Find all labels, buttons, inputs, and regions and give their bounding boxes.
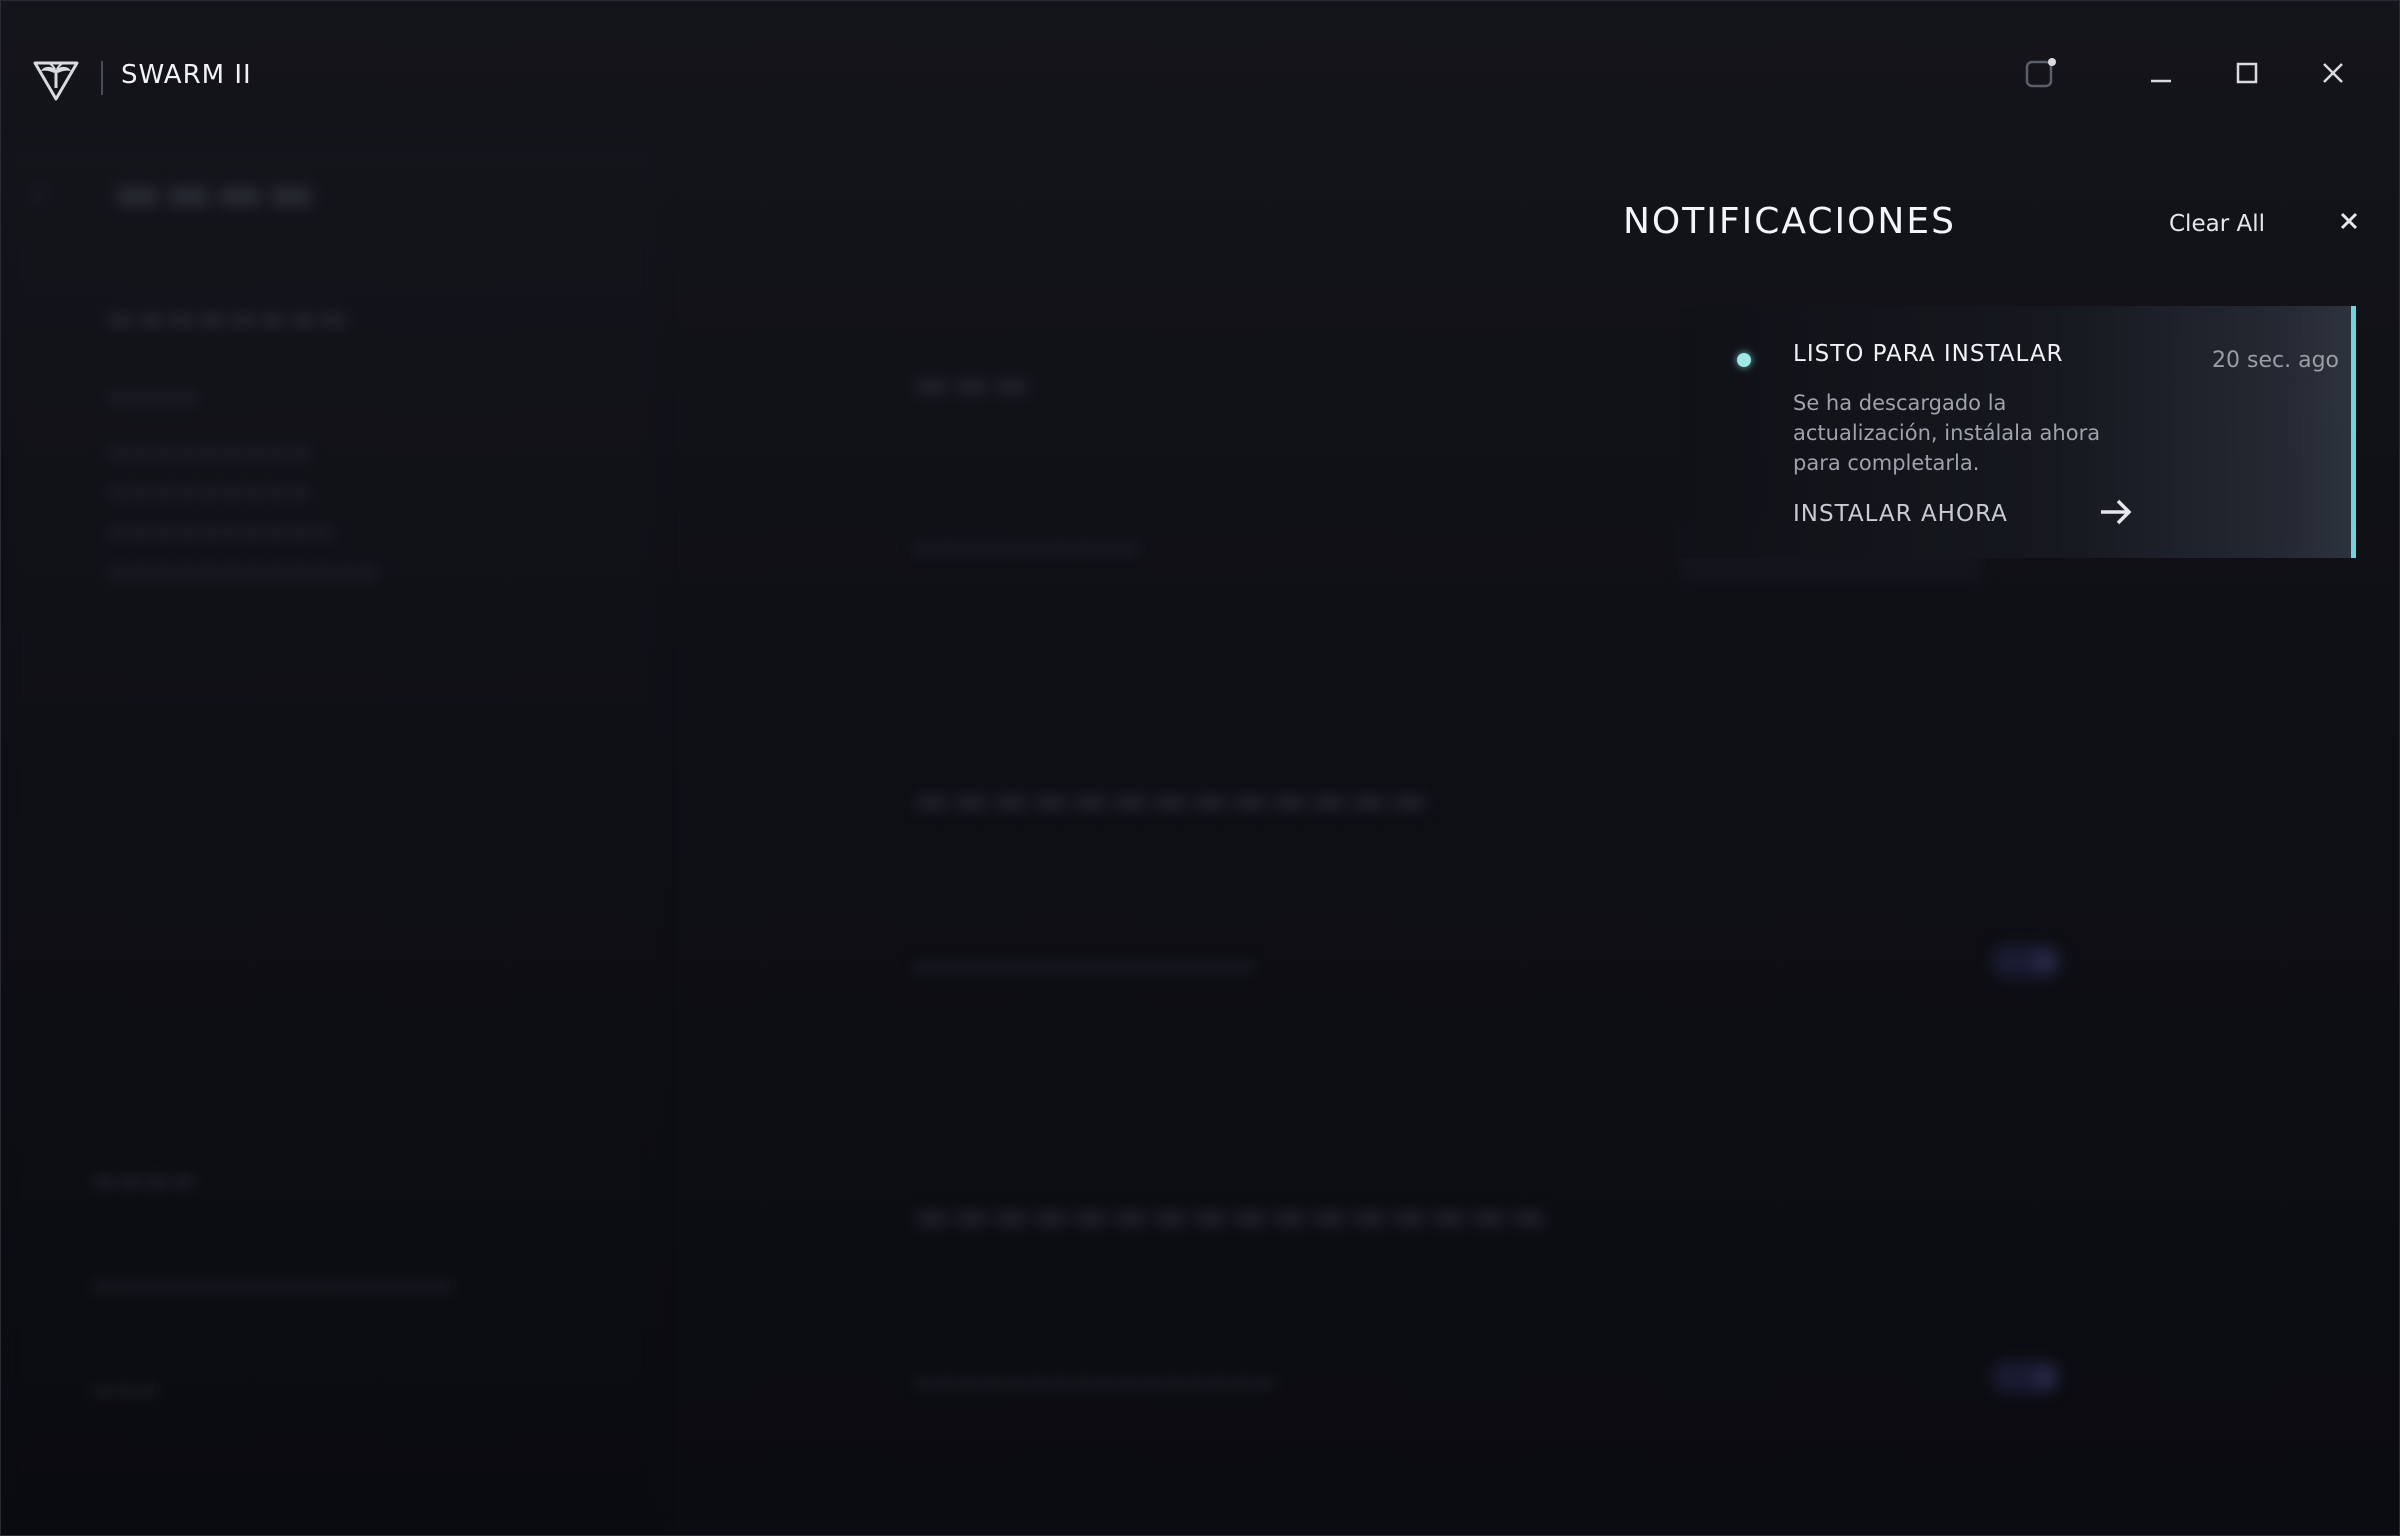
blurred-section-heading: ▬▬▬▬▬▬▬▬▬▬▬▬▬ <box>913 777 1431 823</box>
close-window-button[interactable] <box>2303 45 2363 101</box>
notification-body: Se ha descargado la actualización, instá… <box>1793 391 2101 475</box>
blurred-sidebar-item: ▬▬▬▬ <box>107 382 198 410</box>
blurred-section-heading: ▬▬▬ <box>913 361 1033 407</box>
arrow-right-icon <box>2099 498 2133 530</box>
turtle-beach-logo-icon <box>31 53 81 101</box>
notification-title: LISTO PARA INSTALAR <box>1793 341 2064 367</box>
notifications-title: NOTIFICACIONES <box>1623 201 1956 242</box>
close-icon <box>2340 212 2358 234</box>
blurred-sidebar-item: ▬▬▬▬▬▬▬▬▬▬ <box>107 517 334 545</box>
blurred-sidebar-item: ▬▬▬▬▬▬▬▬▬▬▬▬ <box>107 557 380 585</box>
blurred-toggle <box>1991 1360 2061 1394</box>
minimize-icon <box>2149 61 2173 85</box>
blurred-sidebar-lower-heading: ▬▬▬▬ <box>91 1163 197 1196</box>
title-bar: SWARM II <box>1 1 2399 151</box>
blurred-setting-row: ▬▬▬▬▬▬▬▬▬▬ <box>913 533 1140 561</box>
blurred-sidebar-lower-item: ▬▬▬▬▬▬▬▬▬▬▬▬▬▬▬▬ <box>91 1271 454 1299</box>
blurred-back-arrow-icon: ‹ <box>31 171 47 217</box>
notifications-close-button[interactable] <box>2331 205 2367 241</box>
blurred-setting-row: ▬▬▬▬▬▬▬▬▬▬▬▬▬▬▬▬ <box>913 1367 1276 1395</box>
blurred-sidebar-lower-item: ▬▬▬ <box>91 1375 160 1403</box>
app-window: ‹ ▬▬▬▬ ▬▬▬▬▬▬▬▬ ▬▬▬▬ ▬▬▬▬▬▬▬▬▬ ▬▬▬▬▬▬▬▬▬… <box>0 0 2400 1536</box>
blurred-sidebar <box>1 141 661 1535</box>
blurred-sidebar-item: ▬▬▬▬▬▬▬▬▬ <box>107 437 312 465</box>
install-now-button[interactable]: INSTALAR AHORA <box>1793 492 2133 536</box>
app-title: SWARM II <box>121 60 252 90</box>
notification-timestamp: 20 sec. ago <box>2212 348 2339 373</box>
close-icon <box>2321 61 2345 85</box>
blurred-section-heading: ▬▬▬▬▬▬▬▬▬▬▬▬▬▬▬▬ <box>913 1193 1550 1239</box>
unread-indicator <box>1737 353 1751 367</box>
notification-card[interactable]: LISTO PARA INSTALAR 20 sec. ago Se ha de… <box>1681 306 2356 558</box>
maximize-button[interactable] <box>2217 45 2277 101</box>
blurred-sidebar-item: ▬▬▬▬▬▬▬▬▬ <box>107 477 312 505</box>
blurred-toggle <box>1991 944 2061 978</box>
maximize-icon <box>2235 61 2259 85</box>
title-separator <box>101 61 103 95</box>
notifications-panel: NOTIFICACIONES Clear All LISTO PARA INST… <box>1591 141 2399 611</box>
clear-all-button[interactable]: Clear All <box>2169 211 2265 237</box>
notification-bell-icon <box>2024 56 2058 90</box>
notification-bell-button[interactable] <box>2011 45 2071 101</box>
blurred-setting-row: ▬▬▬▬▬▬▬▬▬▬▬▬▬▬▬ <box>913 951 1254 979</box>
install-now-label: INSTALAR AHORA <box>1793 501 2008 527</box>
blurred-sidebar-section: ▬▬▬▬▬▬▬▬ <box>107 301 350 336</box>
minimize-button[interactable] <box>2131 45 2191 101</box>
blurred-page-heading: ▬▬▬▬ <box>113 163 318 223</box>
